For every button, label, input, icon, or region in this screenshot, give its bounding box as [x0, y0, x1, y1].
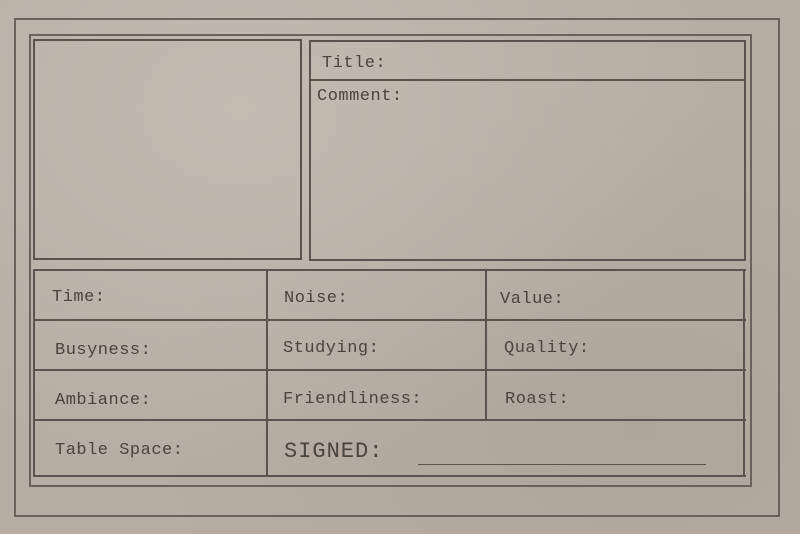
field-roast[interactable]: Roast:: [505, 390, 569, 409]
field-ambiance[interactable]: Ambiance:: [55, 391, 151, 410]
comment-label: Comment:: [317, 87, 403, 106]
title-comment-box: Title: Comment:: [309, 40, 746, 261]
field-table-space[interactable]: Table Space:: [55, 441, 183, 460]
grid-col-divider: [266, 269, 268, 477]
field-time[interactable]: Time:: [52, 288, 106, 307]
grid-row-divider: [33, 419, 746, 421]
photo-box[interactable]: [33, 39, 302, 260]
grid-row-divider: [33, 319, 746, 321]
grid-row-divider: [33, 369, 746, 371]
field-quality[interactable]: Quality:: [504, 339, 590, 358]
field-studying[interactable]: Studying:: [283, 339, 379, 358]
field-noise[interactable]: Noise:: [284, 289, 348, 308]
signed-label: SIGNED:: [284, 439, 384, 464]
title-divider: [311, 79, 744, 81]
grid-right-border: [743, 419, 745, 477]
field-value[interactable]: Value:: [500, 290, 564, 309]
title-label: Title:: [322, 54, 387, 73]
signature-line[interactable]: [418, 464, 706, 465]
field-busyness[interactable]: Busyness:: [55, 341, 151, 360]
field-friendliness[interactable]: Friendliness:: [283, 390, 422, 409]
grid-col-divider: [485, 269, 487, 421]
grid-right-border: [743, 269, 745, 421]
